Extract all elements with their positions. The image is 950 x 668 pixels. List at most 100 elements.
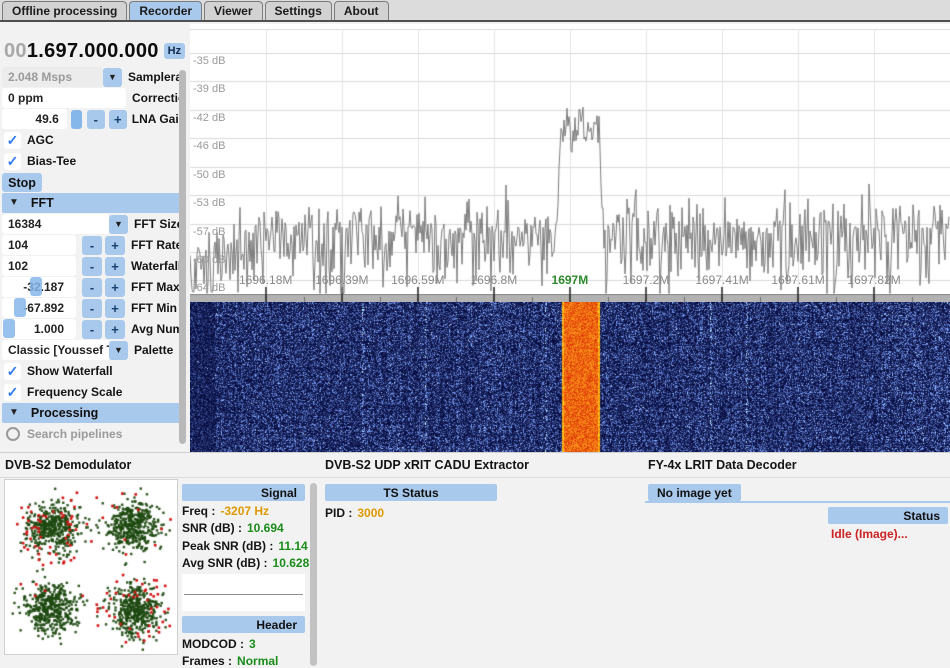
plus-icon: + bbox=[111, 301, 119, 316]
processing-section-header[interactable]: ▼ Processing bbox=[2, 403, 186, 423]
fft-size-row: 16384 ▼ FFT Size bbox=[2, 214, 186, 234]
freq-axis-label: 1697.2M bbox=[623, 273, 670, 287]
waterfall-rate-increment-button[interactable]: + bbox=[105, 257, 125, 276]
freq-offset-value: -3207 Hz bbox=[220, 504, 269, 518]
lna-gain-row: 49.6 - + LNA Gain bbox=[2, 109, 186, 129]
snr-value: 10.694 bbox=[247, 521, 284, 535]
db-axis-label: -50 dB bbox=[193, 169, 225, 181]
triangle-down-icon: ▼ bbox=[9, 198, 19, 208]
check-icon: ✓ bbox=[7, 384, 19, 401]
waterfall-rate-decrement-button[interactable]: - bbox=[82, 257, 102, 276]
avg-snr-row: Avg SNR (dB) :10.628 bbox=[182, 556, 309, 570]
frequency-unit-badge[interactable]: Hz bbox=[164, 43, 185, 59]
samplerate-label: Samplera bbox=[128, 70, 182, 84]
fft-max-decrement-button[interactable]: - bbox=[82, 278, 102, 297]
peak-snr-value: 11.14 bbox=[278, 539, 307, 553]
search-pipelines-input[interactable]: Search pipelines bbox=[2, 424, 186, 444]
avg-num-input[interactable]: 1.000 bbox=[2, 319, 76, 339]
demodulator-panel-title: DVB-S2 Demodulator bbox=[5, 458, 131, 472]
fft-section-header[interactable]: ▼ FFT bbox=[2, 193, 186, 213]
freq-axis-label: 1697.82M bbox=[847, 273, 900, 287]
fft-max-increment-button[interactable]: + bbox=[105, 278, 125, 297]
waterfall-rate-input[interactable]: 102 bbox=[2, 256, 76, 276]
snr-history-graph bbox=[182, 574, 305, 611]
fft-min-slider[interactable] bbox=[14, 298, 26, 317]
fft-max-input[interactable]: -32.187 bbox=[2, 277, 76, 297]
check-icon: ✓ bbox=[7, 363, 19, 380]
frequency-display[interactable]: 001.697.000.000 Hz bbox=[4, 38, 186, 64]
palette-label: Palette bbox=[134, 343, 173, 357]
tab-viewer[interactable]: Viewer bbox=[204, 1, 262, 20]
show-waterfall-checkbox[interactable]: ✓ bbox=[4, 363, 21, 380]
status-section-header: Status bbox=[828, 507, 948, 524]
fft-size-select[interactable]: 16384 bbox=[2, 214, 109, 234]
ts-status-header: TS Status bbox=[325, 484, 497, 501]
palette-select[interactable]: Classic [Youssef T bbox=[2, 340, 109, 360]
palette-dropdown-button[interactable]: ▼ bbox=[109, 341, 128, 360]
lna-gain-input[interactable]: 49.6 bbox=[2, 109, 67, 129]
fft-min-input[interactable]: -67.892 bbox=[2, 298, 76, 318]
sidebar-scrollbar[interactable] bbox=[179, 70, 186, 444]
tab-recorder[interactable]: Recorder bbox=[129, 1, 202, 20]
bias-tee-checkbox[interactable]: ✓ bbox=[4, 153, 21, 170]
lna-gain-increment-button[interactable]: + bbox=[109, 110, 127, 129]
agc-checkbox[interactable]: ✓ bbox=[4, 132, 21, 149]
avg-snr-value: 10.628 bbox=[273, 556, 310, 570]
fft-rate-increment-button[interactable]: + bbox=[105, 236, 125, 255]
db-axis-label: -35 dB bbox=[193, 55, 225, 67]
fft-min-decrement-button[interactable]: - bbox=[82, 299, 102, 318]
db-axis-label: -39 dB bbox=[193, 83, 225, 95]
panel-divider bbox=[0, 477, 950, 478]
lna-gain-label: LNA Gain bbox=[132, 112, 186, 126]
avg-num-decrement-button[interactable]: - bbox=[82, 320, 102, 339]
lna-gain-decrement-button[interactable]: - bbox=[87, 110, 105, 129]
fft-size-dropdown-button[interactable]: ▼ bbox=[109, 215, 128, 234]
cadu-extractor-panel-title: DVB-S2 UDP xRIT CADU Extractor bbox=[325, 458, 529, 472]
frequency-scale-bar[interactable] bbox=[190, 294, 950, 302]
freq-axis-label: 1697.41M bbox=[695, 273, 748, 287]
minus-icon: - bbox=[90, 322, 94, 337]
frequency-value: 1.697.000.000 bbox=[27, 40, 159, 63]
stop-button[interactable]: Stop bbox=[2, 173, 42, 192]
frames-value: Normal bbox=[237, 654, 278, 668]
correction-label: Correctio bbox=[132, 91, 185, 105]
triangle-down-icon: ▼ bbox=[9, 408, 19, 418]
fft-rate-decrement-button[interactable]: - bbox=[82, 236, 102, 255]
db-axis-label: -42 dB bbox=[193, 112, 225, 124]
frequency-scale-checkbox[interactable]: ✓ bbox=[4, 384, 21, 401]
fft-max-label: FFT Max bbox=[131, 280, 180, 294]
fft-min-increment-button[interactable]: + bbox=[105, 299, 125, 318]
tab-offline-processing[interactable]: Offline processing bbox=[2, 1, 127, 20]
show-waterfall-row: ✓ Show Waterfall bbox=[2, 361, 186, 381]
fft-min-row: -67.892 - + FFT Min bbox=[2, 298, 186, 318]
samplerate-select[interactable]: 2.048 Msps bbox=[2, 67, 103, 87]
freq-axis-label: 1696.18M bbox=[239, 273, 292, 287]
agc-row: ✓ AGC bbox=[2, 130, 186, 150]
db-axis-label: -53 dB bbox=[193, 197, 225, 209]
chevron-down-icon: ▼ bbox=[114, 346, 123, 355]
tab-no-image-yet[interactable]: No image yet bbox=[648, 484, 741, 501]
snr-row: SNR (dB) :10.694 bbox=[182, 521, 284, 535]
lna-gain-slider[interactable] bbox=[71, 110, 82, 129]
samplerate-dropdown-button[interactable]: ▼ bbox=[103, 68, 122, 87]
plus-icon: + bbox=[111, 322, 119, 337]
avg-num-slider[interactable] bbox=[3, 319, 15, 338]
tab-settings[interactable]: Settings bbox=[265, 1, 332, 20]
demodulator-scrollbar[interactable] bbox=[310, 483, 317, 666]
fft-max-slider[interactable] bbox=[30, 277, 42, 296]
lrit-decoder-panel-title: FY-4x LRIT Data Decoder bbox=[648, 458, 797, 472]
sidebar: 001.697.000.000 Hz 2.048 Msps ▼ Samplera… bbox=[0, 24, 188, 452]
tab-about[interactable]: About bbox=[334, 1, 389, 20]
db-axis-label: -60 dB bbox=[193, 254, 225, 266]
correction-input[interactable]: 0 ppm bbox=[2, 88, 126, 108]
fft-rate-input[interactable]: 104 bbox=[2, 235, 76, 255]
avg-num-label: Avg Num bbox=[131, 322, 183, 336]
minus-icon: - bbox=[94, 112, 98, 127]
fft-min-label: FFT Min bbox=[131, 301, 177, 315]
idle-status-text: Idle (Image)... bbox=[831, 527, 908, 541]
chevron-down-icon: ▼ bbox=[114, 220, 123, 229]
modcod-row: MODCOD :3 bbox=[182, 637, 256, 651]
signal-section-header: Signal bbox=[182, 484, 305, 501]
avg-num-increment-button[interactable]: + bbox=[105, 320, 125, 339]
peak-snr-row: Peak SNR (dB) :11.14 bbox=[182, 539, 308, 553]
